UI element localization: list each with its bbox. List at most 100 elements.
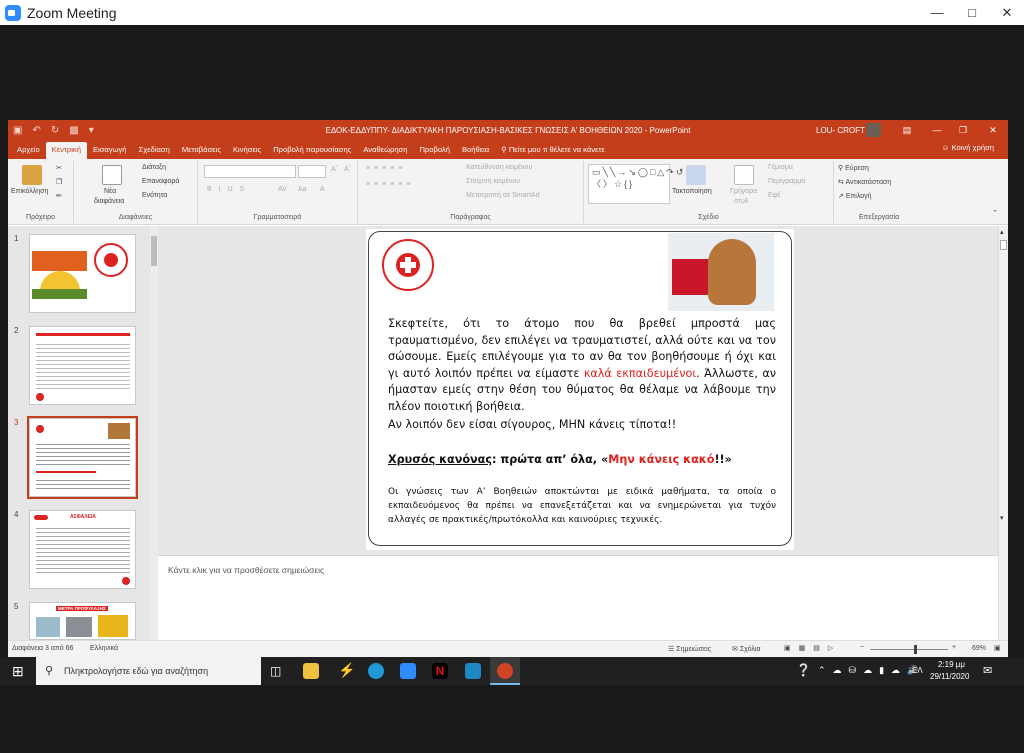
copy-icon[interactable]: ❐	[56, 178, 62, 186]
maximize-icon[interactable]: □	[955, 0, 989, 25]
scroll-thumb[interactable]	[151, 236, 157, 266]
view-buttons[interactable]: ▣▦▤▷	[784, 644, 841, 652]
list-icons[interactable]: ≡≡≡≡≡	[366, 165, 406, 172]
find-button[interactable]: ⚲ Εύρεση	[838, 164, 869, 172]
help-icon[interactable]: ❔	[796, 663, 811, 677]
layout-button[interactable]: Διάταξη	[142, 164, 166, 171]
paste-button[interactable]: Επικόλληση	[11, 188, 48, 195]
task-view-icon[interactable]: ◫	[270, 664, 281, 678]
paste-icon[interactable]	[22, 165, 42, 185]
notes-button[interactable]: ☰ Σημειώσεις	[668, 645, 711, 653]
spacing-icon[interactable]: AV	[278, 186, 287, 193]
section-button[interactable]: Ενότητα	[142, 192, 167, 199]
tab-help[interactable]: Βοήθεια	[456, 142, 495, 159]
format-painter-icon[interactable]: ✏	[56, 192, 62, 200]
redo-icon[interactable]: ↻	[51, 125, 59, 136]
shapes-gallery[interactable]: ▭╲╲→↘◯□△↷↺⇒◯〈〉☆{}	[588, 164, 705, 204]
reset-button[interactable]: Επαναφορά	[142, 178, 179, 185]
close-icon[interactable]: ✕	[990, 0, 1024, 25]
zoom-slider-thumb[interactable]	[914, 645, 917, 654]
font-name-field[interactable]	[204, 165, 296, 178]
fit-to-window-icon[interactable]: ▣	[994, 644, 1001, 652]
app-icon[interactable]	[465, 663, 481, 679]
tab-file[interactable]: Αρχείο	[11, 142, 46, 159]
zoom-in-icon[interactable]: +	[952, 644, 956, 651]
quick-styles-label[interactable]: Γρήγορα	[730, 188, 757, 195]
tab-animations[interactable]: Κινήσεις	[227, 142, 267, 159]
slide-thumbnail-4[interactable]: ΑΣΦΑΛΕΙΑ	[29, 510, 136, 589]
cut-icon[interactable]: ✂	[56, 164, 62, 172]
netflix-icon[interactable]: N	[432, 663, 448, 679]
zoom-level[interactable]: 69%	[972, 645, 986, 652]
new-slide-icon[interactable]	[102, 165, 122, 185]
arrange-icon[interactable]	[686, 165, 706, 185]
scroll-up-icon[interactable]: ▴	[1000, 228, 1004, 236]
replace-button[interactable]: ⇆ Αντικατάσταση	[838, 178, 891, 186]
slide-thumbnail-2[interactable]	[29, 326, 136, 405]
edge-icon[interactable]	[368, 663, 384, 679]
slide-thumbnail-5[interactable]: ΜΕΤΡΑ ΠΡΟΦΥΛΑΞΗΣ	[29, 602, 136, 640]
share-button[interactable]: ☺ Κοινή χρήση	[942, 143, 994, 152]
font-format-icons[interactable]: BIUS	[207, 186, 251, 193]
quick-styles-label-2[interactable]: στυλ	[734, 198, 748, 205]
new-slide-label-2[interactable]: διαφάνεια	[94, 198, 124, 205]
shrink-font-icon[interactable]: Aˇ	[344, 166, 351, 173]
collapse-ribbon-icon[interactable]: ⌃	[992, 209, 998, 217]
thumbnails-scrollbar[interactable]	[150, 226, 158, 640]
arrange-button[interactable]: Τακτοποίηση	[672, 188, 712, 195]
clock-date[interactable]: 29/11/2020	[930, 672, 969, 681]
scroll-down-icon[interactable]: ▾	[1000, 514, 1004, 522]
align-icons[interactable]: ≡≡≡≡≡≡	[366, 181, 415, 188]
quick-styles-icon[interactable]	[734, 165, 754, 185]
grow-font-icon[interactable]: Aˆ	[331, 166, 338, 173]
zoom-slider[interactable]	[870, 645, 948, 654]
tab-insert[interactable]: Εισαγωγή	[87, 142, 133, 159]
power-automate-icon[interactable]: ⚡	[338, 662, 355, 679]
font-size-field[interactable]	[298, 165, 326, 178]
zoom-taskbar-icon[interactable]	[400, 663, 416, 679]
avatar[interactable]	[866, 123, 881, 137]
select-button[interactable]: ↗ Επιλογή	[838, 192, 872, 200]
shape-fill-button[interactable]: Γέμισμα	[768, 164, 793, 171]
present-icon[interactable]: ▩	[69, 125, 78, 136]
user-name[interactable]: LOU- CROFT	[816, 126, 865, 135]
tell-me-search[interactable]: ⚲ Πείτε μου τι θέλετε να κάνετε	[495, 142, 611, 159]
input-language[interactable]: ΕΛ	[912, 666, 923, 675]
minimize-icon[interactable]: —	[920, 0, 954, 25]
tab-home[interactable]: Κεντρική	[45, 142, 87, 159]
comments-button[interactable]: ✉ Σχόλια	[732, 645, 761, 653]
close-icon[interactable]: ✕	[980, 120, 1006, 140]
windows-start-icon[interactable]: ⊞	[12, 663, 24, 680]
scroll-thumb[interactable]	[1000, 240, 1007, 250]
slide-thumbnail-3[interactable]	[27, 416, 138, 499]
customize-icon[interactable]: ▾	[89, 125, 94, 136]
tab-review[interactable]: Αναθεώρηση	[357, 142, 413, 159]
current-slide[interactable]: Σκεφτείτε, ότι το άτομο που θα βρεθεί μπ…	[366, 229, 794, 550]
save-icon[interactable]: ▣	[13, 125, 22, 136]
font-color-icon[interactable]: A	[320, 186, 325, 193]
ribbon-display-icon[interactable]: ▤	[894, 120, 920, 140]
tab-transitions[interactable]: Μεταβάσεις	[176, 142, 227, 159]
clock-time[interactable]: 2:19 μμ	[938, 660, 965, 669]
tab-view[interactable]: Προβολή	[413, 142, 456, 159]
shape-outline-button[interactable]: Περίγραμμα	[768, 178, 805, 185]
notifications-icon[interactable]: ✉	[983, 664, 992, 677]
tray-icons[interactable]: ⌃☁⛁☁▮☁🔊	[818, 665, 925, 676]
smartart-button[interactable]: Μετατροπή σε SmartArt	[466, 192, 540, 199]
file-explorer-icon[interactable]	[303, 663, 319, 679]
shape-effects-button[interactable]: Εφέ	[768, 192, 780, 199]
tab-design[interactable]: Σχεδίαση	[133, 142, 176, 159]
align-text-button[interactable]: Στοίχιση κειμένου	[466, 178, 520, 185]
new-slide-label[interactable]: Νέα	[104, 188, 116, 195]
zoom-out-icon[interactable]: −	[860, 644, 864, 651]
powerpoint-taskbar-button[interactable]	[490, 657, 520, 685]
notes-pane[interactable]: Κάντε κλικ για να προσθέσετε σημειώσεις	[158, 555, 998, 640]
restore-icon[interactable]: ❐	[950, 120, 976, 140]
taskbar-search-box[interactable]: ⚲ Πληκτρολογήστε εδώ για αναζήτηση	[36, 657, 261, 685]
tab-slideshow[interactable]: Προβολή παρουσίασης	[267, 142, 357, 159]
undo-icon[interactable]: ↶	[32, 125, 40, 136]
language-indicator[interactable]: Ελληνικά	[90, 645, 118, 652]
change-case-icon[interactable]: Aa	[298, 186, 307, 193]
slide-thumbnail-1[interactable]	[29, 234, 136, 313]
slide-scrollbar[interactable]: ▴ ▾	[998, 226, 1008, 640]
